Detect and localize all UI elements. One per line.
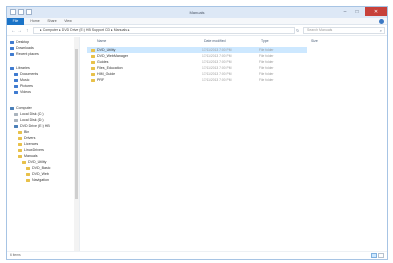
file-name: PRF bbox=[97, 78, 105, 82]
address-bar-row: ← → ↑ ▸ Computer ▸ DVD Drive (E:) HB Sup… bbox=[7, 26, 387, 36]
back-icon[interactable]: ← bbox=[11, 28, 16, 34]
folder-icon bbox=[91, 48, 95, 52]
folder-icon bbox=[18, 142, 22, 146]
status-bar: 6 items bbox=[7, 251, 387, 259]
folder-icon bbox=[91, 66, 95, 70]
tab-file[interactable]: File bbox=[7, 18, 24, 25]
minimize-button[interactable]: – bbox=[339, 7, 351, 16]
computer-icon bbox=[10, 106, 14, 110]
sidebar-item-label: Navigation bbox=[32, 178, 49, 182]
dvd-drive-icon bbox=[14, 124, 18, 128]
videos-icon bbox=[14, 90, 18, 94]
ribbon: File Home Share View bbox=[7, 18, 387, 25]
sidebar-item-label: Local Disk (D:) bbox=[20, 118, 44, 122]
column-header-type[interactable]: Type bbox=[261, 37, 269, 46]
sidebar-item-label: Drivers bbox=[24, 136, 36, 140]
drive-icon bbox=[14, 118, 18, 122]
folder-icon bbox=[26, 178, 30, 182]
table-row[interactable]: PRF 17/11/2013 7:00 PM File folder bbox=[87, 77, 307, 83]
sidebar-item-label: Local Disk (C:) bbox=[20, 112, 44, 116]
help-icon[interactable] bbox=[379, 19, 384, 24]
folder-icon bbox=[26, 172, 30, 176]
maximize-button[interactable]: □ bbox=[351, 7, 363, 16]
tab-view[interactable]: View bbox=[62, 18, 74, 25]
folder-icon bbox=[18, 136, 22, 140]
breadcrumb[interactable]: ▸ Computer ▸ DVD Drive (E:) HB Support C… bbox=[33, 27, 295, 34]
folder-icon bbox=[91, 60, 95, 64]
drive-icon bbox=[14, 112, 18, 116]
column-header-size[interactable]: Size bbox=[311, 37, 318, 46]
explorer-window: Manuals – □ ✕ File Home Share View ← → ↑… bbox=[6, 6, 388, 260]
item-count: 6 items bbox=[10, 253, 21, 257]
music-icon bbox=[14, 78, 18, 82]
recent-places-icon bbox=[10, 52, 14, 56]
view-switcher bbox=[371, 253, 384, 258]
file-type: File folder bbox=[259, 78, 274, 82]
search-icon: ⌕ bbox=[379, 28, 382, 33]
tab-home[interactable]: Home bbox=[28, 18, 42, 25]
file-list: Name Date modified Type Size DVD_Utility… bbox=[81, 37, 387, 252]
window-title: Manuals bbox=[189, 10, 205, 15]
sidebar-item-label: Downloads bbox=[16, 46, 34, 50]
sidebar-item-label: DVD_Utility bbox=[28, 160, 47, 164]
sidebar-item-label: Pictures bbox=[20, 84, 33, 88]
folder-icon bbox=[26, 166, 30, 170]
column-header-name[interactable]: Name bbox=[97, 37, 106, 46]
sidebar-item-label: LinuxDrivers bbox=[24, 148, 44, 152]
folder-icon bbox=[91, 78, 95, 82]
close-button[interactable]: ✕ bbox=[365, 7, 387, 16]
downloads-icon bbox=[10, 46, 14, 50]
sidebar-item-label: Videos bbox=[20, 90, 31, 94]
column-header-date-modified[interactable]: Date modified bbox=[204, 37, 226, 46]
large-icons-view-icon[interactable] bbox=[378, 253, 384, 258]
sidebar-item-label: Manuals bbox=[24, 154, 38, 158]
navigation-pane: Desktop Downloads Recent places Librarie… bbox=[7, 37, 80, 252]
details-view-icon[interactable] bbox=[371, 253, 377, 258]
refresh-icon[interactable]: ↻ bbox=[296, 28, 299, 33]
forward-icon[interactable]: → bbox=[17, 28, 22, 34]
documents-icon bbox=[14, 72, 18, 76]
sidebar-item-label: DVD_Basic bbox=[32, 166, 51, 170]
sidebar-item-label: Libraries bbox=[16, 66, 30, 70]
sidebar-item-navigation[interactable]: Navigation bbox=[26, 177, 49, 183]
sidebar-item-videos[interactable]: Videos bbox=[14, 89, 31, 95]
title-bar: Manuals – □ ✕ bbox=[7, 7, 387, 18]
sidebar-item-recent-places[interactable]: Recent places bbox=[10, 51, 39, 57]
sidebar-item-label: DVD Drive (E:) HB bbox=[20, 124, 50, 128]
sidebar-item-label: Recent places bbox=[16, 52, 39, 56]
folder-icon bbox=[22, 160, 26, 164]
folder-icon bbox=[18, 154, 22, 158]
pictures-icon bbox=[14, 84, 18, 88]
libraries-icon bbox=[10, 66, 14, 70]
sidebar-item-label: Desktop bbox=[16, 40, 30, 44]
tab-share[interactable]: Share bbox=[45, 18, 59, 25]
file-date: 17/11/2013 7:00 PM bbox=[202, 78, 232, 82]
sidebar-item-label: Licences bbox=[24, 142, 39, 146]
up-icon[interactable]: ↑ bbox=[26, 28, 29, 34]
nav-scrollbar[interactable] bbox=[74, 37, 79, 252]
desktop-icon bbox=[10, 40, 14, 44]
sidebar-item-label: Computer bbox=[16, 106, 32, 110]
folder-icon bbox=[18, 148, 22, 152]
sidebar-item-label: Documents bbox=[20, 72, 39, 76]
scrollbar-thumb[interactable] bbox=[75, 49, 78, 199]
folder-icon bbox=[91, 54, 95, 58]
sidebar-item-label: Music bbox=[20, 78, 30, 82]
sidebar-item-label: DVD_Web bbox=[32, 172, 49, 176]
folder-icon bbox=[91, 72, 95, 76]
sidebar-item-label: Bin bbox=[24, 130, 30, 134]
search-input[interactable]: Search Manuals ⌕ bbox=[303, 27, 385, 34]
folder-icon bbox=[18, 130, 22, 134]
search-placeholder: Search Manuals bbox=[307, 28, 333, 32]
